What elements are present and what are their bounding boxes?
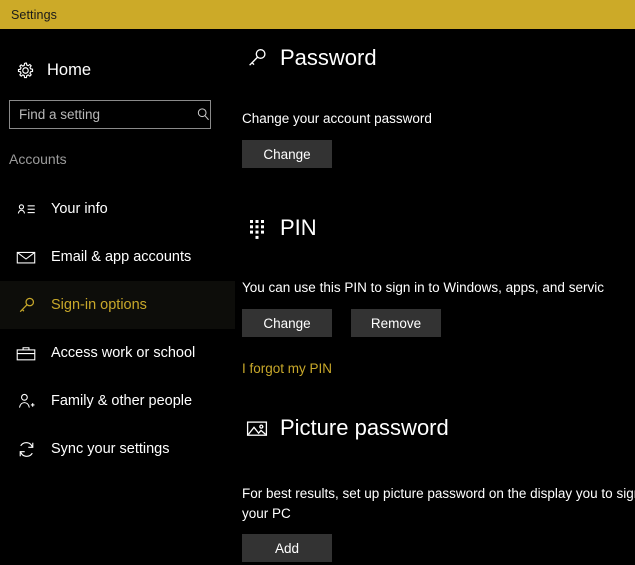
section-password: Password Change your account password Ch… [235, 41, 635, 168]
search-icon[interactable] [196, 107, 211, 122]
forgot-pin-link[interactable]: I forgot my PIN [242, 361, 332, 376]
change-pin-button[interactable]: Change [242, 309, 332, 337]
section-description: Change your account password [242, 111, 432, 126]
add-person-icon [9, 392, 43, 411]
section-title: PIN [280, 215, 317, 240]
sync-icon [9, 440, 43, 459]
contact-card-icon [9, 202, 43, 217]
sidebar-item-label: Email & app accounts [51, 249, 192, 265]
key-icon [9, 296, 43, 315]
sidebar-item-label: Sign-in options [51, 297, 147, 313]
sidebar-item-family-other-people[interactable]: Family & other people [0, 377, 235, 425]
sidebar-item-sync-your-settings[interactable]: Sync your settings [0, 425, 235, 473]
search-box[interactable] [9, 100, 211, 129]
sidebar-item-label: Access work or school [51, 345, 196, 361]
window-title: Settings [11, 7, 57, 22]
sidebar-item-label: Family & other people [51, 393, 193, 409]
sidebar-item-email-app-accounts[interactable]: Email & app accounts [0, 233, 235, 281]
title-bar: Settings [0, 0, 635, 29]
section-title: Picture password [280, 415, 449, 440]
picture-icon [242, 419, 272, 438]
section-buttons: Add [242, 534, 635, 562]
change-password-button[interactable]: Change [242, 140, 332, 168]
key-icon [242, 47, 272, 69]
remove-pin-button[interactable]: Remove [351, 309, 441, 337]
section-header: Picture password [235, 411, 635, 445]
section-buttons: Change Remove [242, 309, 635, 337]
keypad-icon [242, 217, 272, 239]
section-picture-password: Picture password For best results, set u… [235, 411, 635, 562]
sidebar-item-your-info[interactable]: Your info [0, 185, 235, 233]
sidebar-item-sign-in-options[interactable]: Sign-in options [0, 281, 235, 329]
section-header: Password [235, 41, 635, 75]
section-buttons: Change [242, 140, 635, 168]
mail-icon [9, 250, 43, 265]
sidebar: Home Accounts [0, 29, 235, 565]
sidebar-item-label: Your info [51, 201, 108, 217]
sidebar-item-access-work-or-school[interactable]: Access work or school [0, 329, 235, 377]
main-content: Password Change your account password Ch… [235, 29, 635, 565]
search-input[interactable] [19, 107, 196, 122]
gear-icon [8, 61, 42, 80]
section-pin: PIN You can use this PIN to sign in to W… [235, 211, 635, 378]
sidebar-item-label: Sync your settings [51, 441, 170, 457]
add-picture-password-button[interactable]: Add [242, 534, 332, 562]
settings-window: Settings Home Find a setting Accounts Yo… [0, 0, 635, 565]
section-description: For best results, set up picture passwor… [242, 486, 635, 521]
sidebar-home-label: Home [47, 60, 92, 79]
section-header: PIN [235, 211, 635, 245]
section-title: Password [280, 45, 377, 70]
sidebar-nav-list: Your info Email & app accounts Sign-in o… [0, 185, 235, 473]
section-description: You can use this PIN to sign in to Windo… [242, 280, 604, 295]
sidebar-group-label: Accounts [9, 151, 67, 167]
briefcase-icon [9, 345, 43, 362]
sidebar-item-home[interactable]: Home [0, 53, 235, 87]
